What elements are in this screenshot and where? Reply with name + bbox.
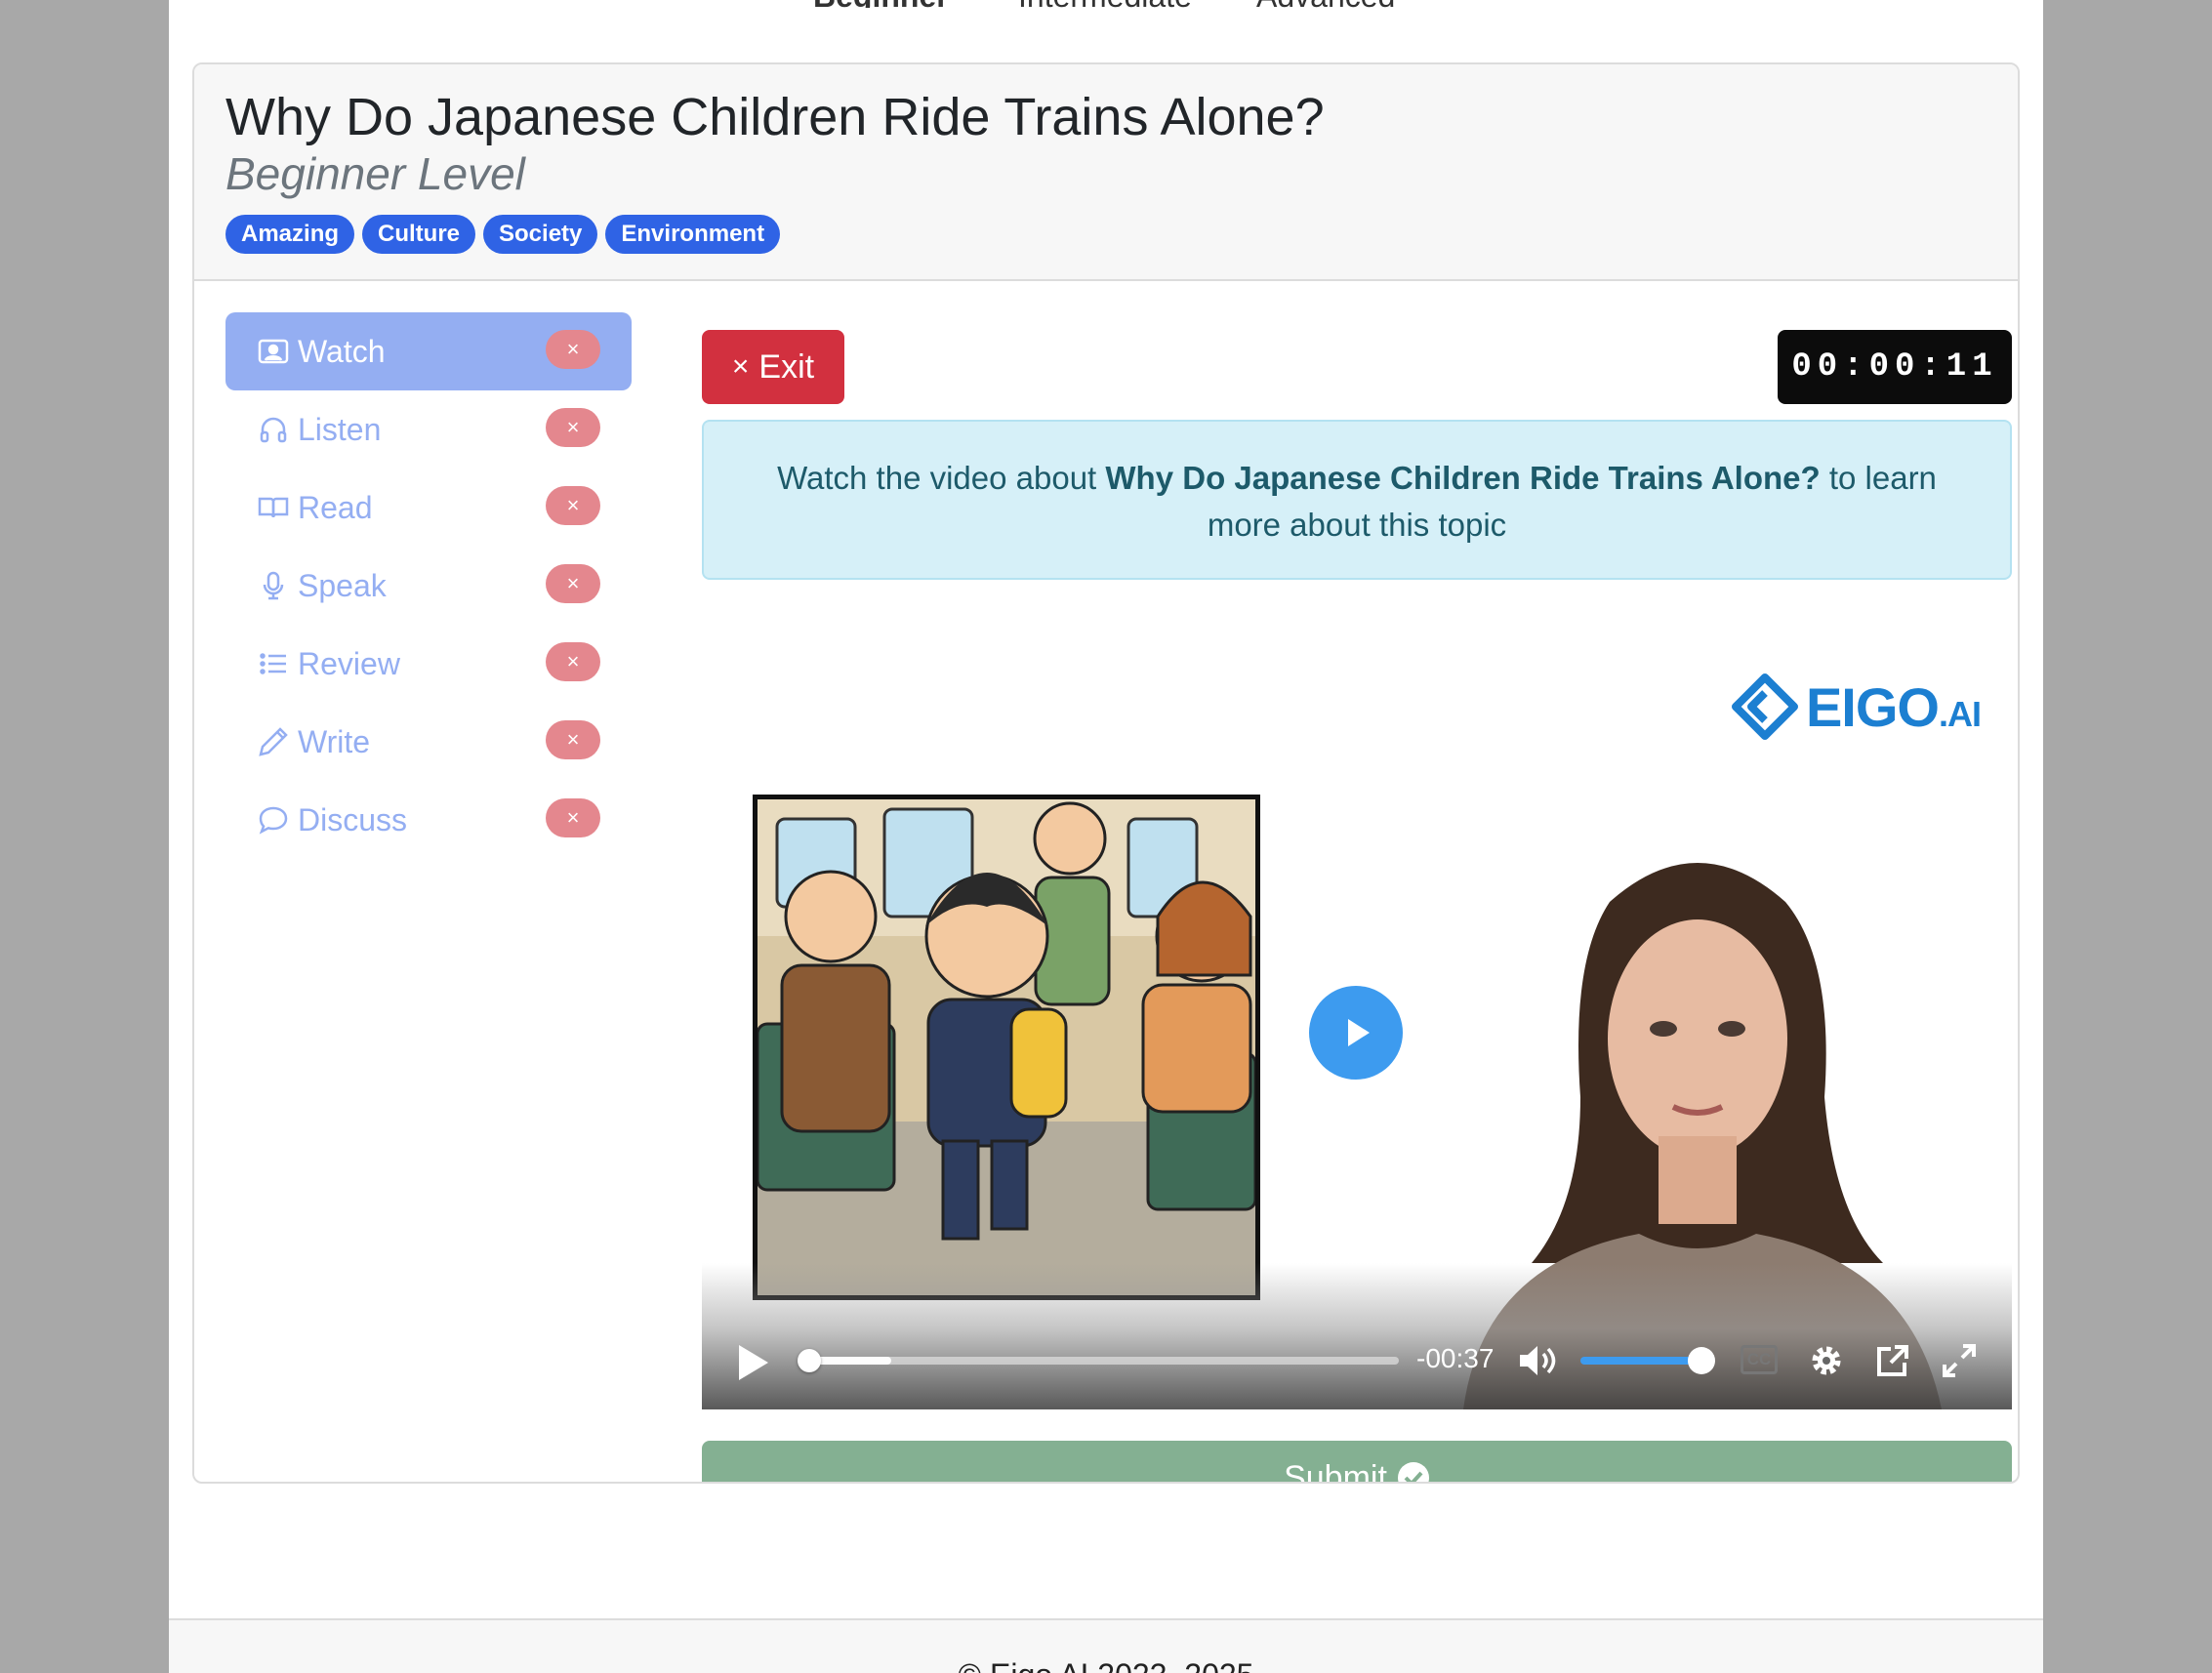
play-icon [1348, 1019, 1370, 1046]
list-icon [257, 647, 290, 680]
captions-button[interactable]: CC [1741, 1345, 1778, 1374]
sidebar-item-label: Discuss [298, 801, 408, 837]
sidebar-item-speak[interactable]: Speak × [225, 547, 632, 625]
lesson-header: Why Do Japanese Children Ride Trains Alo… [194, 64, 2018, 281]
tag-list: Amazing Culture Society Environment [225, 215, 1987, 254]
tag-amazing[interactable]: Amazing [225, 215, 355, 254]
submit-button[interactable]: Submit [702, 1441, 2012, 1484]
lesson-illustration [753, 795, 1260, 1300]
sidebar-item-discuss[interactable]: Discuss × [225, 781, 632, 859]
elapsed-timer: 00:00:11 [1778, 330, 2012, 404]
eigo-logo: EIGO.AI [1730, 672, 1982, 742]
level-nav-beginner[interactable]: Beginner [813, 0, 949, 8]
logo-text: EIGO.AI [1805, 675, 1982, 738]
lesson-level: Beginner Level [225, 148, 525, 199]
instruction-topic: Why Do Japanese Children Ride Trains Alo… [1105, 460, 1821, 496]
fullscreen-icon[interactable] [1942, 1343, 1977, 1378]
submit-label: Submit [1284, 1458, 1387, 1484]
sidebar-item-write[interactable]: Write × [225, 703, 632, 781]
lesson-title: Why Do Japanese Children Ride Trains Alo… [225, 88, 1325, 146]
lesson-card: Why Do Japanese Children Ride Trains Alo… [192, 62, 2020, 1484]
sidebar-item-label: Speak [298, 567, 387, 603]
incomplete-badge: × [546, 408, 600, 447]
exit-button[interactable]: × Exit [702, 330, 844, 404]
chat-bubble-icon [257, 803, 290, 836]
sidebar-item-review[interactable]: Review × [225, 625, 632, 703]
page-footer: © Eigo AI 2023–2025 [169, 1618, 2043, 1673]
seek-bar[interactable] [803, 1357, 1399, 1365]
sidebar-item-label: Listen [298, 411, 382, 447]
incomplete-badge: × [546, 798, 600, 837]
seek-handle[interactable] [798, 1349, 822, 1372]
settings-gear-icon[interactable] [1809, 1343, 1844, 1378]
microphone-icon [257, 569, 290, 602]
incomplete-badge: × [546, 720, 600, 759]
tag-environment[interactable]: Environment [605, 215, 781, 254]
play-icon[interactable] [735, 1343, 770, 1382]
sidebar-item-label: Watch [298, 333, 386, 369]
sidebar-item-label: Read [298, 489, 373, 525]
sidebar-item-label: Review [298, 645, 400, 681]
volume-handle[interactable] [1688, 1347, 1715, 1374]
video-controls: -00:37 CC [702, 1263, 2012, 1409]
tag-society[interactable]: Society [483, 215, 598, 254]
sidebar-item-listen[interactable]: Listen × [225, 390, 632, 469]
volume-icon[interactable] [1518, 1343, 1557, 1378]
level-nav-advanced[interactable]: Advanced [1256, 0, 1395, 8]
sidebar-item-read[interactable]: Read × [225, 469, 632, 547]
book-icon [257, 491, 290, 524]
time-remaining: -00:37 [1416, 1343, 1495, 1373]
big-play-button[interactable] [1309, 986, 1403, 1080]
tag-culture[interactable]: Culture [362, 215, 476, 254]
pencil-icon [257, 725, 290, 758]
page: Beginner Intermediate Advanced Why Do Ja… [169, 0, 2043, 1673]
exit-label: Exit [758, 347, 815, 386]
close-icon: × [731, 350, 750, 383]
incomplete-badge: × [546, 330, 600, 369]
level-nav-intermediate[interactable]: Intermediate [1018, 0, 1192, 8]
incomplete-badge: × [546, 564, 600, 603]
sidebar-item-label: Write [298, 723, 371, 759]
person-video-icon [257, 335, 290, 368]
video-player[interactable]: EIGO.AI -00:37 CC [702, 658, 2012, 1409]
activity-sidebar: Watch × Listen × Read × Speak × Review ×… [225, 312, 632, 859]
eigo-logo-icon [1731, 673, 1798, 740]
instruction-prefix: Watch the video about [777, 460, 1106, 496]
instruction-alert: Watch the video about Why Do Japanese Ch… [702, 420, 2012, 580]
incomplete-badge: × [546, 642, 600, 681]
incomplete-badge: × [546, 486, 600, 525]
volume-slider[interactable] [1580, 1357, 1698, 1365]
sidebar-item-watch[interactable]: Watch × [225, 312, 632, 390]
headphones-icon [257, 413, 290, 446]
check-circle-icon [1397, 1462, 1429, 1482]
popout-icon[interactable] [1875, 1343, 1910, 1378]
footer-copyright: © Eigo AI 2023–2025 [169, 1657, 2043, 1673]
level-nav: Beginner Intermediate Advanced [169, 0, 2043, 8]
